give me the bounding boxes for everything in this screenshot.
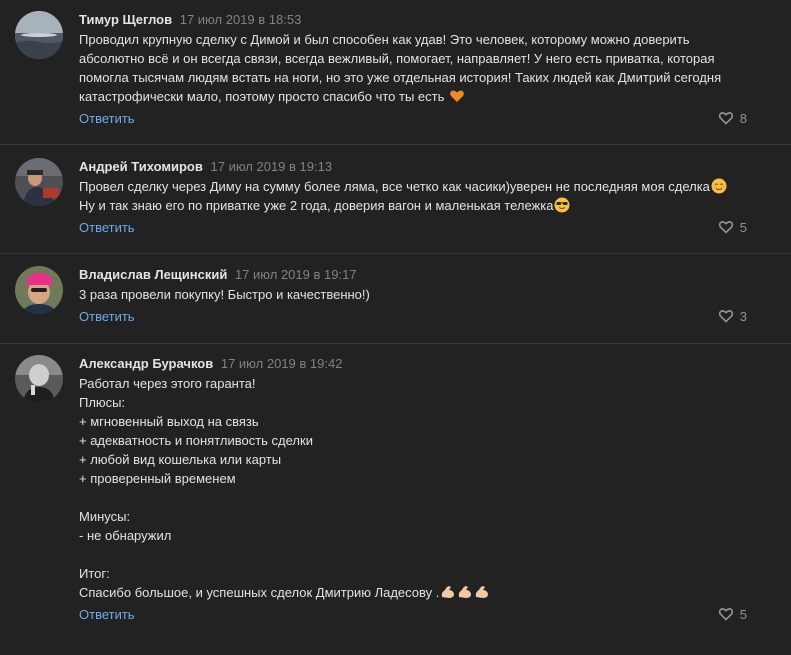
avatar[interactable] bbox=[14, 355, 63, 403]
reply-button[interactable]: Ответить bbox=[79, 220, 135, 235]
avatar-image-person-pink-cap bbox=[14, 266, 63, 314]
flexed-biceps-icon bbox=[476, 586, 489, 598]
reply-button[interactable]: Ответить bbox=[79, 607, 135, 622]
like-button[interactable]: 8 bbox=[718, 110, 747, 126]
comment-text-line: Спасибо большое, и успешных сделок Дмитр… bbox=[79, 583, 769, 602]
flexed-biceps-icon bbox=[442, 586, 455, 598]
like-count: 5 bbox=[739, 219, 747, 235]
comment-text-line bbox=[79, 545, 769, 564]
comment-text-line: Ну и так знаю его по приватке уже 2 года… bbox=[79, 196, 769, 215]
comment-text-line: + адекватность и понятливость сделки bbox=[79, 433, 313, 448]
comment-text-line: Работал через этого гаранта! bbox=[79, 376, 256, 391]
avatar-image-person bbox=[14, 158, 63, 206]
comment-text-line: Провел сделку через Диму на сумму более … bbox=[79, 177, 769, 196]
like-button[interactable]: 5 bbox=[718, 606, 747, 622]
comment-date[interactable]: 17 июл 2019 в 18:53 bbox=[180, 12, 302, 27]
comment-text-line: Минусы: bbox=[79, 509, 131, 524]
comment-text-line: катастрофически мало, поэтому просто спа… bbox=[79, 87, 769, 106]
comment-text-line: + проверенный временем bbox=[79, 471, 236, 486]
like-count: 8 bbox=[739, 110, 747, 126]
reply-button[interactable]: Ответить bbox=[79, 309, 135, 324]
comment-text-line bbox=[79, 488, 769, 507]
comment-date[interactable]: 17 июл 2019 в 19:13 bbox=[211, 159, 333, 174]
comment-text-line: - не обнаружил bbox=[79, 528, 172, 543]
avatar[interactable] bbox=[14, 158, 63, 206]
avatar[interactable] bbox=[14, 11, 63, 59]
comment-text: Работал через этого гаранта! Плюсы: + мг… bbox=[79, 374, 769, 602]
comment-text-line: + мгновенный выход на связь bbox=[79, 414, 259, 429]
comment: Александр Бурачков 17 июл 2019 в 19:42 Р… bbox=[0, 344, 791, 655]
avatar-image-sea bbox=[14, 11, 63, 59]
comment: Владислав Лещинский 17 июл 2019 в 19:17 … bbox=[0, 254, 791, 344]
orange-heart-icon bbox=[450, 90, 464, 102]
comment-date[interactable]: 17 июл 2019 в 19:42 bbox=[221, 356, 343, 371]
heart-icon bbox=[718, 310, 733, 323]
comment-text-line: 3 раза провели покупку! Быстро и качеств… bbox=[79, 287, 370, 302]
heart-icon bbox=[718, 112, 733, 125]
avatar[interactable] bbox=[14, 266, 63, 314]
comment-text-line: абсолютно всё и он всегда связи, всегда … bbox=[79, 51, 715, 66]
heart-icon bbox=[718, 608, 733, 621]
sunglasses-face-icon bbox=[554, 197, 570, 213]
comment: Андрей Тихомиров 17 июл 2019 в 19:13 Про… bbox=[0, 145, 791, 254]
comment-author[interactable]: Тимур Щеглов bbox=[79, 12, 172, 27]
comment-text: Проводил крупную сделку с Димой и был сп… bbox=[79, 30, 769, 106]
heart-icon bbox=[718, 221, 733, 234]
comment-author[interactable]: Александр Бурачков bbox=[79, 356, 213, 371]
comment-text: 3 раза провели покупку! Быстро и качеств… bbox=[79, 285, 769, 304]
comment-text: Провел сделку через Диму на сумму более … bbox=[79, 177, 769, 215]
comment-text-line: помогла тысячам людям встать на ноги, но… bbox=[79, 70, 722, 85]
reply-button[interactable]: Ответить bbox=[79, 111, 135, 126]
flexed-biceps-icon bbox=[459, 586, 472, 598]
comment-text-line: + любой вид кошелька или карты bbox=[79, 452, 282, 467]
comment-text-line: Итог: bbox=[79, 566, 110, 581]
comment-text-line: Проводил крупную сделку с Димой и был сп… bbox=[79, 32, 690, 47]
comments-list: Тимур Щеглов 17 июл 2019 в 18:53 Проводи… bbox=[0, 0, 791, 655]
comment-text-line: Плюсы: bbox=[79, 395, 126, 410]
comment: Тимур Щеглов 17 июл 2019 в 18:53 Проводи… bbox=[0, 0, 791, 145]
relieved-face-icon bbox=[711, 178, 727, 194]
comment-author[interactable]: Владислав Лещинский bbox=[79, 267, 227, 282]
like-count: 5 bbox=[739, 606, 747, 622]
like-button[interactable]: 5 bbox=[718, 219, 747, 235]
like-button[interactable]: 3 bbox=[718, 308, 747, 324]
like-count: 3 bbox=[739, 308, 747, 324]
comment-date[interactable]: 17 июл 2019 в 19:17 bbox=[235, 267, 357, 282]
comment-author[interactable]: Андрей Тихомиров bbox=[79, 159, 203, 174]
avatar-image-person-bald bbox=[14, 355, 63, 403]
